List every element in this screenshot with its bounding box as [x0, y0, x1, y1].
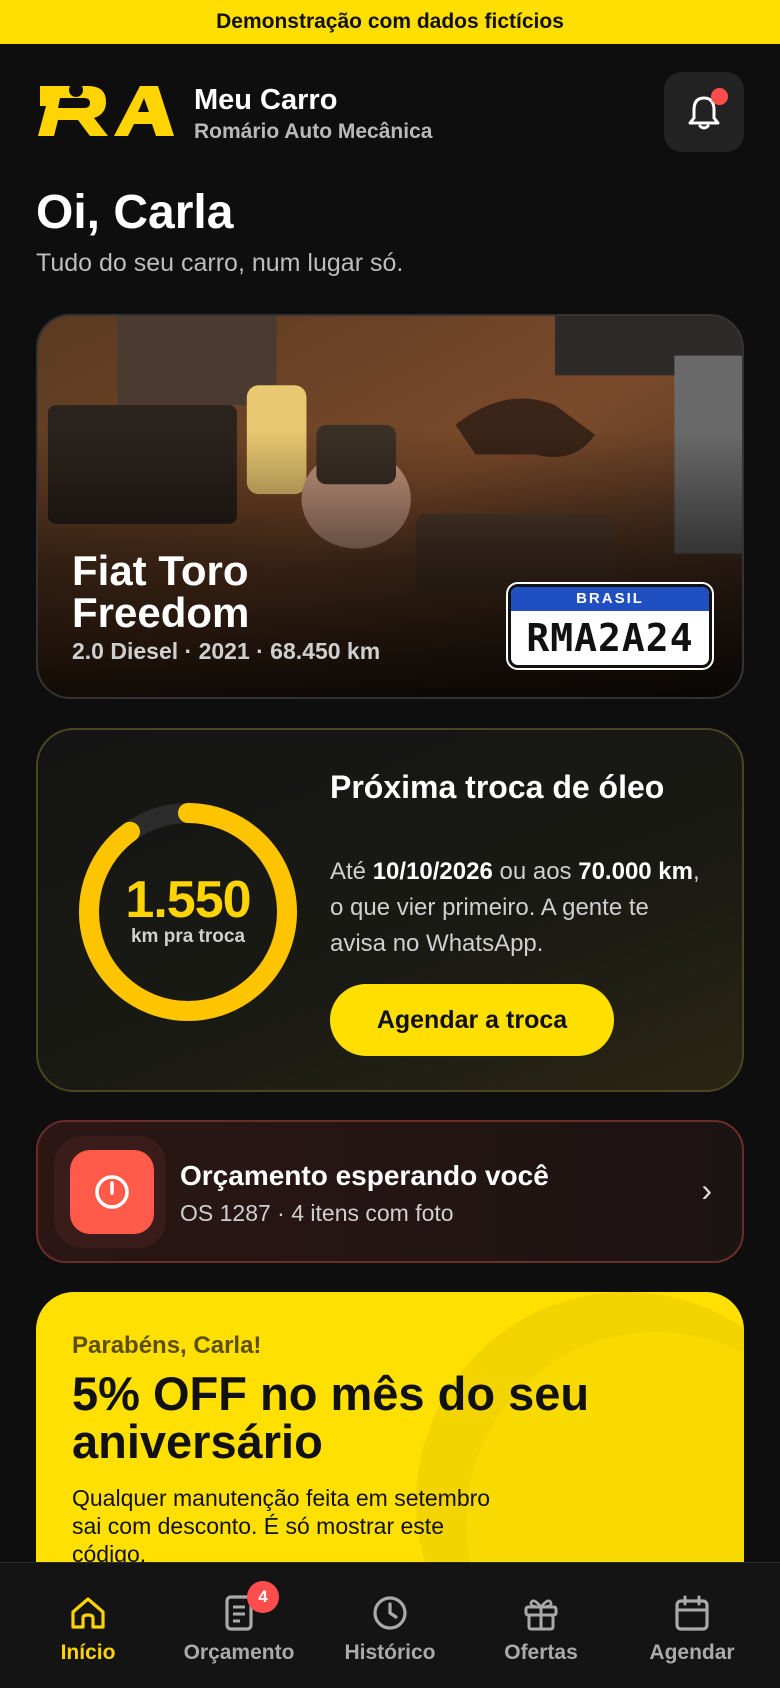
- oil-change-text: Até 10/10/2026 ou aos 70.000 km, o que v…: [330, 858, 700, 957]
- notification-dot: [711, 88, 728, 105]
- quote-subtitle: OS 1287 · 4 itens com foto: [180, 1200, 454, 1226]
- vehicle-card[interactable]: Fiat Toro Freedom 2.0 Diesel · 2021 · 68…: [36, 314, 744, 699]
- remaining-km-label: km pra troca: [130, 926, 246, 947]
- home-icon: [71, 1597, 105, 1629]
- greeting-subtitle: Tudo do seu carro, num lugar só.: [36, 249, 404, 277]
- clock-icon: [373, 1596, 407, 1630]
- app-title: Meu Carro: [194, 84, 338, 116]
- nav-item-agendar[interactable]: Agendar: [614, 1563, 770, 1688]
- oil-change-card: 1.550 km pra troca Próxima troca de óleo…: [36, 728, 744, 1092]
- app-header: Meu Carro Romário Auto Mecânica: [36, 72, 744, 152]
- calendar-icon: [675, 1595, 709, 1631]
- chevron-right-icon: ›: [701, 1172, 712, 1208]
- nav-label: Agendar: [649, 1641, 735, 1664]
- pending-quote-card[interactable]: Orçamento esperando você OS 1287 · 4 ite…: [36, 1120, 744, 1263]
- demo-banner: Demonstração com dados fictícios: [0, 0, 780, 44]
- notifications-button[interactable]: [664, 72, 744, 152]
- nav-label: Ofertas: [504, 1641, 578, 1664]
- nav-item-inicio[interactable]: Início: [10, 1563, 166, 1688]
- orcamento-count-badge: 4: [247, 1581, 279, 1613]
- quote-title: Orçamento esperando você: [180, 1160, 549, 1191]
- remaining-km-value: 1.550: [125, 871, 251, 929]
- nav-label: Orçamento: [183, 1641, 295, 1664]
- vehicle-name: Fiat Toro Freedom: [72, 547, 250, 636]
- nav-label: Histórico: [344, 1641, 436, 1664]
- vehicle-details: 2.0 Diesel · 2021 · 68.450 km: [72, 638, 381, 664]
- alert-clock-icon: [70, 1150, 154, 1234]
- schedule-oil-change-button[interactable]: Agendar a troca: [330, 984, 614, 1056]
- app-subtitle: Romário Auto Mecânica: [194, 120, 433, 143]
- oil-change-title: Próxima troca de óleo: [330, 769, 665, 805]
- promo-text: Qualquer manutenção feita em setembro sa…: [72, 1485, 491, 1567]
- brand-logo: [38, 83, 174, 136]
- plate-number: RMA2A24: [526, 616, 694, 660]
- promo-kicker: Parabéns, Carla!: [72, 1332, 262, 1359]
- nav-label: Início: [60, 1641, 116, 1664]
- nav-item-orcamento[interactable]: 4 Orçamento: [161, 1563, 317, 1688]
- nav-item-historico[interactable]: Histórico: [312, 1563, 468, 1688]
- license-plate: BRASIL RMA2A24: [508, 584, 712, 668]
- greeting-title: Oi, Carla: [36, 186, 234, 239]
- nav-item-ofertas[interactable]: Ofertas: [463, 1563, 619, 1688]
- plate-country: BRASIL: [511, 587, 709, 611]
- oil-change-date: 10/10/2026: [372, 858, 493, 885]
- gift-icon: [524, 1599, 558, 1631]
- promo-title: 5% OFF no mês do seu aniversário: [72, 1367, 590, 1468]
- oil-change-km: 70.000 km: [578, 858, 693, 885]
- bottom-navigation: Início 4 Orçamento Histórico Ofertas Age…: [0, 1562, 780, 1688]
